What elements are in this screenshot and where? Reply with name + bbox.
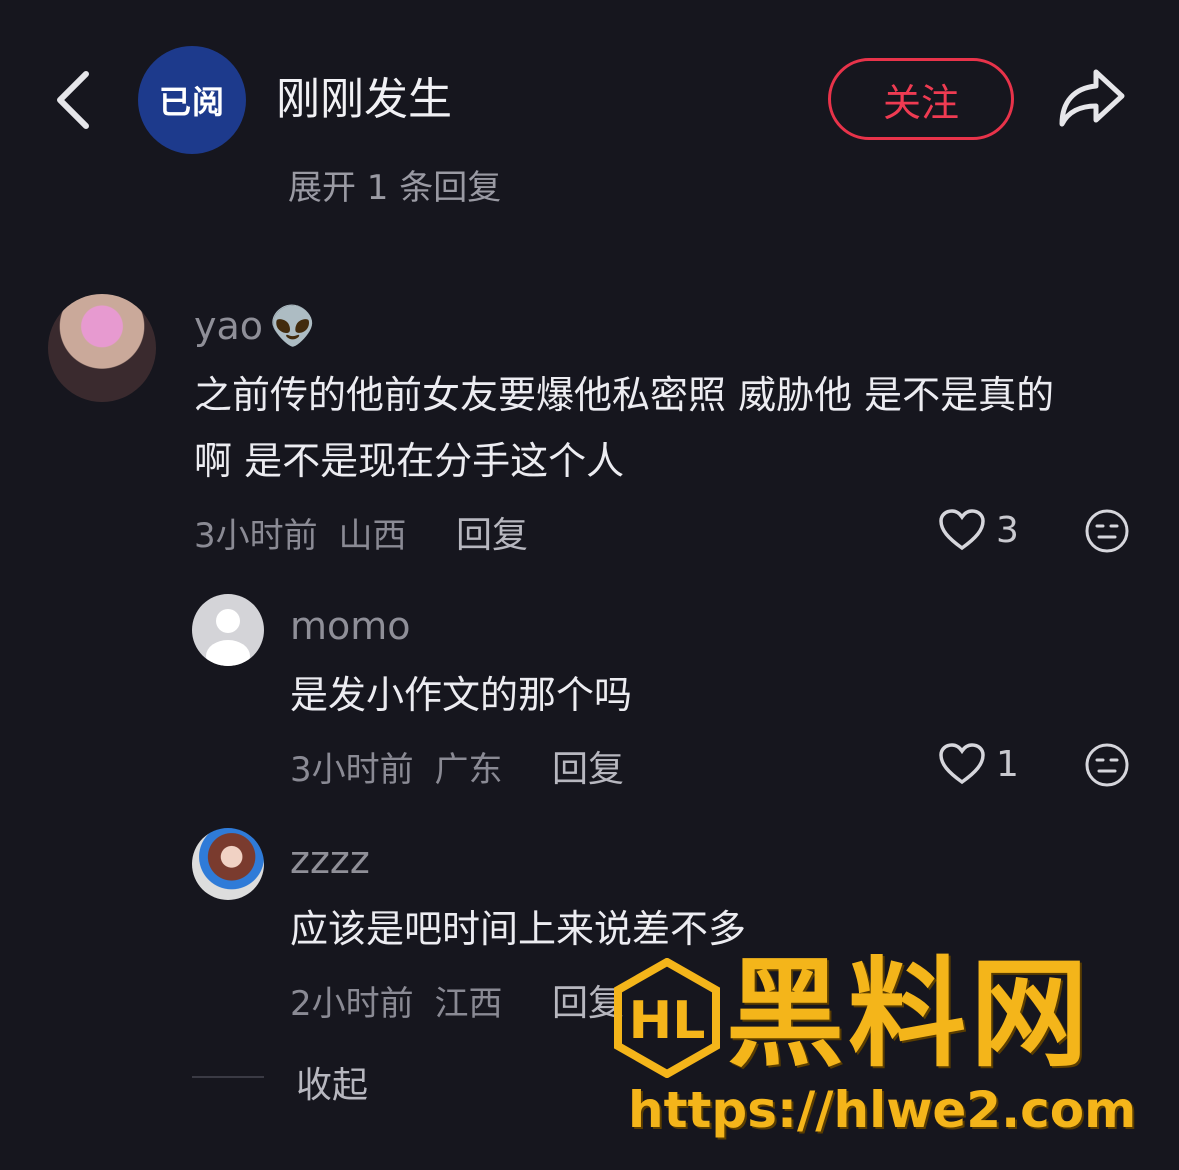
- comment-text-line-2: 啊 是不是现在分手这个人: [194, 439, 625, 483]
- reply-meta: 2小时前 江西: [290, 976, 502, 1025]
- watermark-logo-icon: HL: [614, 958, 720, 1078]
- watermark-brand: 黑料网: [726, 945, 1093, 1083]
- like-count: 3: [996, 510, 1019, 551]
- comment-username[interactable]: yao 👽: [194, 304, 316, 349]
- follow-label: 关注: [882, 80, 959, 125]
- watermark-url: https://hlwe2.com: [628, 1081, 1137, 1139]
- expand-replies-link[interactable]: 展开 1 条回复: [288, 168, 501, 204]
- reply-time: 2小时前: [290, 984, 414, 1024]
- heart-icon[interactable]: [938, 742, 986, 786]
- channel-avatar[interactable]: 已阅: [138, 46, 246, 154]
- comment-meta: 3小时前 山西: [194, 508, 406, 557]
- reply-text: 是发小作文的那个吗: [290, 673, 633, 717]
- alien-emoji-icon: 👽: [269, 304, 317, 348]
- channel-badge-text: 已阅: [158, 83, 225, 121]
- heart-icon[interactable]: [938, 508, 986, 552]
- avatar[interactable]: [192, 594, 264, 666]
- collapse-divider: [192, 1076, 264, 1078]
- reply-location: 江西: [434, 984, 503, 1024]
- comment-text-line-1: 之前传的他前女友要爆他私密照 威胁他 是不是真的: [194, 373, 1055, 417]
- reply-location: 广东: [434, 750, 503, 790]
- comment-time: 3小时前: [194, 516, 318, 556]
- reply-username[interactable]: momo: [290, 604, 411, 648]
- avatar[interactable]: [192, 828, 264, 900]
- follow-button[interactable]: 关注: [828, 58, 1014, 140]
- reply-time: 3小时前: [290, 750, 414, 790]
- back-icon[interactable]: [50, 68, 100, 132]
- share-icon[interactable]: [1056, 66, 1128, 130]
- reply-button[interactable]: 回复: [552, 740, 624, 792]
- like-count: 1: [996, 744, 1019, 785]
- reply-username[interactable]: zzzz: [290, 838, 370, 882]
- reply-text: 应该是吧时间上来说差不多: [290, 907, 747, 951]
- reply-button[interactable]: 回复: [456, 506, 528, 558]
- channel-name[interactable]: 刚刚发生: [276, 72, 452, 128]
- comment-location: 山西: [338, 516, 407, 556]
- reply-meta: 3小时前 广东: [290, 742, 502, 791]
- reaction-face-icon[interactable]: [1084, 508, 1130, 554]
- collapse-button[interactable]: 收起: [296, 1056, 368, 1108]
- reaction-face-icon[interactable]: [1084, 742, 1130, 788]
- svg-text:HL: HL: [629, 991, 706, 1051]
- default-user-icon: [206, 609, 250, 666]
- avatar[interactable]: [48, 294, 156, 402]
